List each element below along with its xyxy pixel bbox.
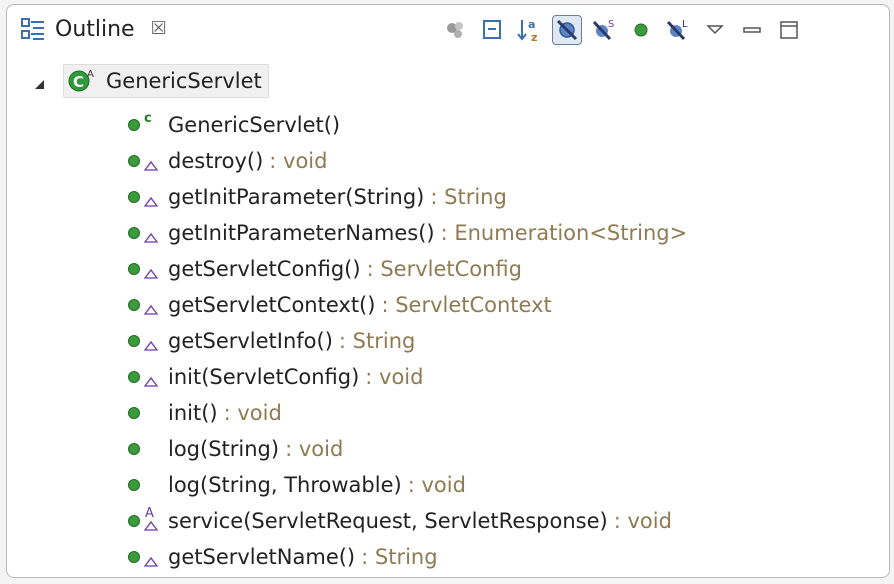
method-name: service(ServletRequest, ServletResponse) <box>168 509 608 533</box>
method-return-type: : void <box>223 401 282 425</box>
public-method-icon <box>128 227 140 239</box>
no-overlay <box>140 471 162 499</box>
outline-tab[interactable]: Outline ☒ <box>19 15 167 43</box>
overrides-overlay-icon <box>140 291 162 319</box>
method-return-type: : void <box>365 365 424 389</box>
method-name: init() <box>168 401 218 425</box>
outline-tree: C A GenericServlet c GenericServlet() dest… <box>7 57 889 577</box>
hide-static-members-icon[interactable]: S <box>589 15 619 45</box>
method-return-type: : void <box>407 473 466 497</box>
tree-item-method[interactable]: getServletConfig(): ServletConfig <box>125 252 522 286</box>
outline-icon <box>19 15 47 43</box>
method-return-type: : ServletContext <box>381 293 552 317</box>
svg-text:A: A <box>87 69 94 80</box>
close-icon[interactable]: ☒ <box>151 20 167 38</box>
public-method-icon <box>128 407 140 419</box>
view-toolbar: a z S L <box>441 15 811 45</box>
method-name: getInitParameter(String) <box>168 185 425 209</box>
tree-item-method[interactable]: getServletContext(): ServletContext <box>125 288 552 322</box>
svg-text:C: C <box>73 73 84 91</box>
overrides-overlay-icon <box>140 543 162 571</box>
method-name: getServletInfo() <box>168 329 333 353</box>
svg-text:S: S <box>608 19 614 30</box>
no-overlay <box>140 399 162 427</box>
method-return-type: : void <box>269 149 328 173</box>
public-method-icon <box>128 551 140 563</box>
tree-item-method[interactable]: Aservice(ServletRequest, ServletResponse… <box>125 504 672 538</box>
outline-view: Outline ☒ a z S L C A GenericServlet c G… <box>6 4 890 578</box>
method-name: getInitParameterNames() <box>168 221 435 245</box>
overrides-overlay-icon <box>140 327 162 355</box>
method-name: getServletConfig() <box>168 257 361 281</box>
view-title: Outline <box>55 16 135 42</box>
method-name: init(ServletConfig) <box>168 365 360 389</box>
overrides-overlay-icon <box>140 219 162 247</box>
hide-non-public-members-icon[interactable] <box>626 15 656 45</box>
public-method-icon <box>128 335 140 347</box>
collapse-all-icon[interactable] <box>478 15 508 45</box>
method-return-type: : void <box>285 437 344 461</box>
public-method-icon <box>128 443 140 455</box>
constructor-overlay-icon: c <box>144 111 152 126</box>
minimize-icon[interactable] <box>737 15 767 45</box>
public-method-icon <box>128 479 140 491</box>
root-label: GenericServlet <box>106 69 262 93</box>
tree-item-method[interactable]: getInitParameter(String): String <box>125 180 507 214</box>
view-header: Outline ☒ a z S L <box>7 5 889 57</box>
tree-item-method[interactable]: c GenericServlet() <box>125 108 340 142</box>
public-method-icon <box>128 371 140 383</box>
hide-fields-icon[interactable] <box>552 15 582 45</box>
overrides-overlay-icon <box>140 147 162 175</box>
tree-item-method[interactable]: getServletName(): String <box>125 540 438 574</box>
hide-local-types-icon[interactable]: L <box>663 15 693 45</box>
tree-item-method[interactable]: log(String): void <box>125 432 343 466</box>
sort-alphabetically-icon[interactable]: a z <box>515 15 545 45</box>
tree-item-method[interactable]: getInitParameterNames(): Enumeration<Str… <box>125 216 687 250</box>
method-name: destroy() <box>168 149 264 173</box>
abstract-overrides-overlay-icon: A <box>140 506 162 535</box>
public-method-icon <box>128 515 140 527</box>
public-method-icon <box>128 119 140 131</box>
svg-text:L: L <box>682 19 688 30</box>
view-menu-icon[interactable] <box>700 15 730 45</box>
overrides-overlay-icon <box>140 255 162 283</box>
method-name: getServletName() <box>168 545 356 569</box>
method-name: getServletContext() <box>168 293 376 317</box>
method-name: log(String) <box>168 437 280 461</box>
maximize-icon[interactable] <box>774 15 804 45</box>
tree-root-row[interactable]: C A GenericServlet <box>33 64 269 98</box>
public-method-icon <box>128 263 140 275</box>
no-overlay <box>140 435 162 463</box>
method-return-type: : ServletConfig <box>366 257 522 281</box>
method-return-type: : String <box>430 185 507 209</box>
method-name: GenericServlet() <box>168 113 341 137</box>
method-return-type: : String <box>338 329 416 353</box>
tree-item-method[interactable]: destroy(): void <box>125 144 327 178</box>
tree-item-method[interactable]: init(ServletConfig): void <box>125 360 423 394</box>
expand-toggle-icon[interactable] <box>33 75 45 89</box>
public-method-icon <box>128 299 140 311</box>
collapse-group-icon[interactable] <box>441 15 471 45</box>
overrides-overlay-icon <box>140 363 162 391</box>
public-method-icon <box>128 155 140 167</box>
overrides-overlay-icon <box>140 183 162 211</box>
public-method-icon <box>128 191 140 203</box>
class-icon: C A <box>68 68 94 94</box>
method-return-type: : Enumeration<String> <box>440 221 688 245</box>
tree-item-method[interactable]: getServletInfo(): String <box>125 324 415 358</box>
method-name: log(String, Throwable) <box>168 473 402 497</box>
method-return-type: : String <box>361 545 438 569</box>
svg-text:a: a <box>528 18 535 31</box>
svg-text:z: z <box>531 31 537 43</box>
tree-item-method[interactable]: log(String, Throwable): void <box>125 468 466 502</box>
method-return-type: : void <box>613 509 672 533</box>
tree-item-method[interactable]: init(): void <box>125 396 282 430</box>
root-node[interactable]: C A GenericServlet <box>63 64 269 98</box>
